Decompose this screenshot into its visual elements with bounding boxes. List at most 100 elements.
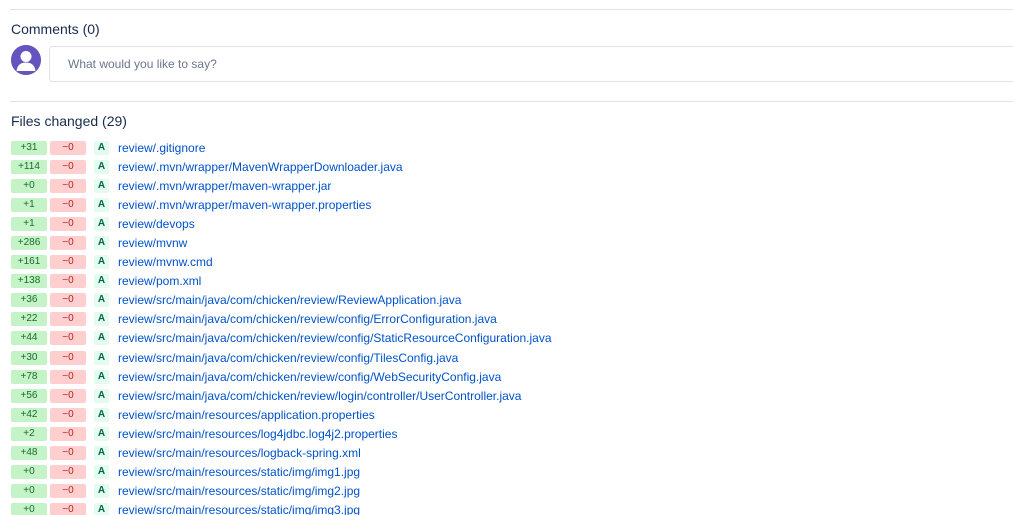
file-row: +286 −0 Areview/mvnw <box>11 233 1013 252</box>
lines-removed-badge: −0 <box>50 236 86 251</box>
file-status-badge: A <box>94 159 109 174</box>
file-status-badge: A <box>94 369 109 384</box>
file-path-link[interactable]: review/mvnw <box>118 236 187 250</box>
lines-added-badge: +0 <box>11 465 47 480</box>
file-row: +56 −0 Areview/src/main/java/com/chicken/r… <box>11 386 1013 405</box>
file-status-badge: A <box>94 407 109 422</box>
lines-added-badge: +1 <box>11 216 47 231</box>
file-path-link[interactable]: review/.gitignore <box>118 141 205 155</box>
file-row: +1 −0 Areview/.mvn/wrapper/maven-wrapper.p… <box>11 195 1013 214</box>
file-path-link[interactable]: review/mvnw.cmd <box>118 255 213 269</box>
lines-added-badge: +48 <box>11 446 47 461</box>
comments-title: Comments (0) <box>11 21 100 37</box>
lines-added-badge: +114 <box>11 159 47 174</box>
lines-removed-badge: −0 <box>50 503 86 515</box>
files-changed-title: Files changed (29) <box>11 113 127 129</box>
file-path-link[interactable]: review/.mvn/wrapper/MavenWrapperDownload… <box>118 160 403 174</box>
file-row: +2 −0 Areview/src/main/resources/log4jdbc.… <box>11 424 1013 443</box>
file-row: +36 −0 Areview/src/main/java/com/chicken/r… <box>11 291 1013 310</box>
lines-removed-badge: −0 <box>50 255 86 270</box>
file-status-badge: A <box>94 140 109 155</box>
lines-removed-badge: −0 <box>50 159 86 174</box>
lines-removed-badge: −0 <box>50 197 86 212</box>
lines-removed-badge: −0 <box>50 426 86 441</box>
lines-removed-badge: −0 <box>50 350 86 365</box>
lines-added-badge: +44 <box>11 331 47 346</box>
lines-added-badge: +0 <box>11 503 47 515</box>
file-path-link[interactable]: review/devops <box>118 217 195 231</box>
file-row: +78 −0 Areview/src/main/java/com/chicken/r… <box>11 367 1013 386</box>
lines-removed-badge: −0 <box>50 369 86 384</box>
file-path-link[interactable]: review/src/main/resources/static/img/img… <box>118 503 360 515</box>
lines-removed-badge: −0 <box>50 216 86 231</box>
lines-added-badge: +1 <box>11 197 47 212</box>
user-avatar-icon[interactable] <box>11 45 41 75</box>
lines-added-badge: +286 <box>11 236 47 251</box>
file-path-link[interactable]: review/src/main/java/com/chicken/review/… <box>118 370 501 384</box>
lines-added-badge: +42 <box>11 407 47 422</box>
file-status-badge: A <box>94 216 109 231</box>
file-status-badge: A <box>94 388 109 403</box>
lines-added-badge: +36 <box>11 293 47 308</box>
top-divider <box>10 9 1013 10</box>
file-row: +0 −0 Areview/.mvn/wrapper/maven-wrapper.j… <box>11 176 1013 195</box>
file-status-badge: A <box>94 255 109 270</box>
file-row: +138 −0 Areview/pom.xml <box>11 272 1013 291</box>
file-row: +114 −0 Areview/.mvn/wrapper/MavenWrapperD… <box>11 157 1013 176</box>
comment-input[interactable] <box>50 47 1013 81</box>
file-status-badge: A <box>94 426 109 441</box>
file-path-link[interactable]: review/src/main/java/com/chicken/review/… <box>118 312 497 326</box>
file-status-badge: A <box>94 503 109 515</box>
file-row: +22 −0 Areview/src/main/java/com/chicken/r… <box>11 310 1013 329</box>
lines-removed-badge: −0 <box>50 293 86 308</box>
file-status-badge: A <box>94 236 109 251</box>
lines-removed-badge: −0 <box>50 388 86 403</box>
file-row: +0 −0 Areview/src/main/resources/static/im… <box>11 463 1013 482</box>
file-path-link[interactable]: review/src/main/resources/static/img/img… <box>118 465 360 479</box>
lines-removed-badge: −0 <box>50 312 86 327</box>
file-path-link[interactable]: review/.mvn/wrapper/maven-wrapper.proper… <box>118 198 371 212</box>
lines-added-badge: +22 <box>11 312 47 327</box>
file-path-link[interactable]: review/src/main/resources/logback-spring… <box>118 446 361 460</box>
file-list: +31 −0 Areview/.gitignore +114 −0 Areview/.mv… <box>11 138 1013 515</box>
lines-removed-badge: −0 <box>50 331 86 346</box>
file-status-badge: A <box>94 274 109 289</box>
file-row: +44 −0 Areview/src/main/java/com/chicken/r… <box>11 329 1013 348</box>
lines-removed-badge: −0 <box>50 274 86 289</box>
file-path-link[interactable]: review/src/main/resources/log4jdbc.log4j… <box>118 427 397 441</box>
lines-added-badge: +56 <box>11 388 47 403</box>
file-path-link[interactable]: review/src/main/java/com/chicken/review/… <box>118 293 461 307</box>
file-status-badge: A <box>94 293 109 308</box>
file-status-badge: A <box>94 465 109 480</box>
file-row: +0 −0 Areview/src/main/resources/static/im… <box>11 501 1013 515</box>
file-path-link[interactable]: review/pom.xml <box>118 274 201 288</box>
lines-added-badge: +78 <box>11 369 47 384</box>
file-path-link[interactable]: review/src/main/resources/application.pr… <box>118 408 375 422</box>
lines-removed-badge: −0 <box>50 484 86 499</box>
pull-request-page: Comments (0) Files changed (29) +31−0Are… <box>0 0 1013 515</box>
file-row: +42 −0 Areview/src/main/resources/applicat… <box>11 405 1013 424</box>
lines-removed-badge: −0 <box>50 140 86 155</box>
file-status-badge: A <box>94 197 109 212</box>
file-status-badge: A <box>94 350 109 365</box>
lines-added-badge: +30 <box>11 350 47 365</box>
file-path-link[interactable]: review/src/main/java/com/chicken/review/… <box>118 389 521 403</box>
lines-removed-badge: −0 <box>50 178 86 193</box>
file-row: +0 −0 Areview/src/main/resources/static/im… <box>11 482 1013 501</box>
file-status-badge: A <box>94 331 109 346</box>
lines-added-badge: +0 <box>11 484 47 499</box>
comment-input-container <box>49 46 1013 82</box>
lines-removed-badge: −0 <box>50 465 86 480</box>
file-status-badge: A <box>94 178 109 193</box>
file-row: +161 −0 Areview/mvnw.cmd <box>11 253 1013 272</box>
file-path-link[interactable]: review/.mvn/wrapper/maven-wrapper.jar <box>118 179 331 193</box>
file-path-link[interactable]: review/src/main/java/com/chicken/review/… <box>118 331 552 345</box>
file-status-badge: A <box>94 446 109 461</box>
file-path-link[interactable]: review/src/main/java/com/chicken/review/… <box>118 351 458 365</box>
file-row: +30 −0 Areview/src/main/java/com/chicken/r… <box>11 348 1013 367</box>
lines-added-badge: +31 <box>11 140 47 155</box>
file-status-badge: A <box>94 484 109 499</box>
lines-added-badge: +2 <box>11 426 47 441</box>
lines-added-badge: +0 <box>11 178 47 193</box>
file-path-link[interactable]: review/src/main/resources/static/img/img… <box>118 484 360 498</box>
